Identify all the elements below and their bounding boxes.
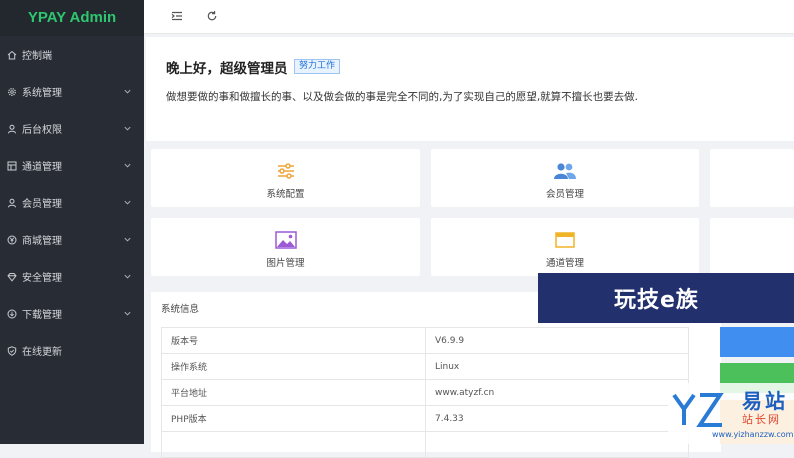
sidebar-item-security[interactable]: 安全管理: [0, 258, 144, 295]
yen-icon: [6, 234, 18, 246]
users-icon: [554, 163, 576, 179]
user-icon: [6, 123, 18, 135]
sidebar-item-label: 商城管理: [22, 236, 62, 247]
sidebar-item-dashboard[interactable]: 控制端: [0, 36, 144, 73]
table-cell-key: 操作系统: [161, 353, 426, 380]
sidebar-item-mall[interactable]: 商城管理: [0, 221, 144, 258]
image-icon: [274, 231, 297, 249]
sidebar-item-downloads[interactable]: 下载管理: [0, 295, 144, 332]
shortcut-channels[interactable]: 通道管理: [431, 218, 699, 276]
menu-fold-icon[interactable]: [170, 9, 184, 23]
gear-icon: [6, 86, 18, 98]
table-cell-value: [425, 431, 689, 458]
table-row: [161, 431, 689, 458]
sidebar-item-label: 通道管理: [22, 162, 62, 173]
chevron-down-icon: [124, 163, 131, 168]
watermark: 易站 站长网 www.yizhanzzw.com: [668, 383, 794, 444]
watermark-sub: 站长网: [742, 413, 781, 426]
watermark-logo: [672, 393, 724, 427]
table-cell-value: V6.9.9: [425, 327, 689, 354]
top-bar: [144, 0, 794, 34]
chevron-down-icon: [124, 89, 131, 94]
shortcut-system-config[interactable]: 系统配置: [151, 149, 420, 207]
table-cell-value: www.atyzf.cn: [425, 379, 689, 406]
table-row: 操作系统 Linux: [161, 353, 689, 380]
welcome-panel: 晚上好，超级管理员 努力工作 做想要做的事和做擅长的事、以及做会做的事是完全不同…: [146, 37, 794, 141]
table-row: 版本号 V6.9.9: [161, 327, 689, 354]
watermark-text: 易站: [742, 389, 788, 413]
shortcut-label: 会员管理: [545, 189, 584, 200]
chevron-down-icon: [124, 126, 131, 131]
table-cell-key: [161, 431, 426, 458]
table-row: PHP版本 7.4.33: [161, 405, 689, 432]
download-icon: [6, 308, 18, 320]
banner-text: 玩技e族: [614, 288, 699, 313]
shortcut-label: 图片管理: [266, 258, 305, 269]
status-badge: 努力工作: [294, 59, 341, 74]
shortcut-images[interactable]: 图片管理: [151, 218, 420, 276]
shortcut-card-partial[interactable]: [710, 149, 794, 207]
table-cell-key: 平台地址: [161, 379, 426, 406]
sidebar-item-online-update[interactable]: 在线更新: [0, 332, 144, 369]
table-row: 平台地址 www.atyzf.cn: [161, 379, 689, 406]
sidebar-item-admin-permissions[interactable]: 后台权限: [0, 110, 144, 147]
sidebar-item-label: 控制端: [22, 51, 52, 62]
shortcut-label: 系统配置: [266, 189, 305, 200]
window-icon: [555, 232, 575, 248]
shield-check-icon: [6, 345, 18, 357]
sidebar-item-label: 在线更新: [22, 347, 62, 358]
system-info-table: 版本号 V6.9.9 操作系统 Linux 平台地址 www.atyzf.cn …: [161, 327, 689, 458]
sliders-icon: [277, 163, 294, 179]
chevron-down-icon: [124, 200, 131, 205]
sidebar-nav: 控制端 系统管理 后台权限 通道管理 会员管理 商城管理 安全管理 下载管理 在…: [0, 36, 144, 369]
refresh-icon[interactable]: [205, 9, 219, 23]
welcome-title: 晚上好，超级管理员: [166, 61, 288, 77]
blue-block: [720, 327, 794, 357]
channel-icon: [6, 160, 18, 172]
table-cell-key: PHP版本: [161, 405, 426, 432]
sidebar-item-channels[interactable]: 通道管理: [0, 147, 144, 184]
shortcut-members[interactable]: 会员管理: [431, 149, 699, 207]
sidebar-item-system[interactable]: 系统管理: [0, 73, 144, 110]
sidebar-item-label: 后台权限: [22, 125, 62, 136]
shortcut-card-partial[interactable]: [710, 218, 794, 276]
sidebar: YPAY Admin 控制端 系统管理 后台权限 通道管理 会员管理 商城管理 …: [0, 0, 144, 444]
sidebar-item-label: 会员管理: [22, 199, 62, 210]
sidebar-item-label: 系统管理: [22, 88, 62, 99]
system-info-title: 系统信息: [161, 304, 200, 315]
chevron-down-icon: [124, 274, 131, 279]
diamond-icon: [6, 271, 18, 283]
table-cell-key: 版本号: [161, 327, 426, 354]
chevron-down-icon: [124, 311, 131, 316]
chevron-down-icon: [124, 237, 131, 242]
sidebar-item-label: 下载管理: [22, 310, 62, 321]
table-cell-value: Linux: [425, 353, 689, 380]
watermark-url: www.yizhanzzw.com: [712, 430, 794, 439]
app-title[interactable]: YPAY Admin: [0, 0, 144, 36]
member-icon: [6, 197, 18, 209]
table-cell-value: 7.4.33: [425, 405, 689, 432]
sidebar-item-members[interactable]: 会员管理: [0, 184, 144, 221]
overlay-banner: 玩技e族: [538, 273, 794, 323]
home-icon: [6, 49, 18, 61]
sidebar-item-label: 安全管理: [22, 273, 62, 284]
shortcut-label: 通道管理: [545, 258, 584, 269]
welcome-text: 做想要做的事和做擅长的事、以及做会做的事是完全不同的,为了实现自己的愿望,就算不…: [166, 91, 639, 103]
